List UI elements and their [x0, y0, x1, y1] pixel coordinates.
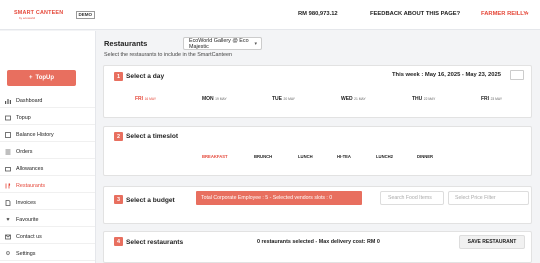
sidebar-item-balance-history[interactable]: Balance History: [0, 128, 95, 142]
sidebar-item-orders[interactable]: Orders: [0, 145, 95, 159]
step-number-badge: 4: [114, 237, 123, 246]
page-subtitle: Select the restaurants to include in the…: [104, 52, 232, 58]
sidebar-item-contact-us[interactable]: Contact us: [0, 230, 95, 244]
chevron-down-icon[interactable]: ▾: [526, 11, 529, 17]
timeslot-hi-tea[interactable]: HI-TEA: [337, 154, 351, 159]
day-date: 21 MAY: [354, 97, 366, 101]
save-restaurant-label: SAVE RESTAURANT: [467, 239, 517, 245]
timeslot-lunch2[interactable]: LUNCH2: [376, 154, 393, 159]
location-select[interactable]: EcoWorld Gallery @ Eco Majestic ▾: [183, 37, 262, 50]
sidebar-item-favourite[interactable]: ♥ Favourite: [0, 213, 95, 227]
price-filter-select[interactable]: Select Price Filter: [448, 191, 529, 205]
card-title: Select restaurants: [126, 239, 184, 246]
sidebar-item-topup[interactable]: Topup: [0, 111, 95, 125]
sidebar-item-dashboard[interactable]: Dashboard: [0, 94, 95, 108]
card-title: Select a day: [126, 73, 165, 80]
sidebar-item-settings[interactable]: ⚙ Settings: [0, 247, 95, 261]
sidebar-item-label: Restaurants: [16, 182, 46, 189]
timeslot-breakfast[interactable]: BREAKFAST: [202, 154, 228, 159]
smart-canteen-logo[interactable]: SMART CANTEEN by ecoworld: [14, 10, 74, 22]
sidebar-item-invoices[interactable]: Invoices: [0, 196, 95, 210]
day-date: 19 MAY: [215, 97, 227, 101]
top-bar: SMART CANTEEN by ecoworld DEMO RM 980,97…: [0, 0, 540, 30]
budget-summary-badge[interactable]: Total Corporate Employee : 5 - Selected …: [196, 191, 362, 205]
day-option-fri-23[interactable]: FRI 23 MAY: [481, 96, 502, 102]
step-number-badge: 3: [114, 195, 123, 204]
sidebar-item-label: Contact us: [16, 233, 42, 240]
sidebar-item-label: Orders: [16, 148, 33, 155]
chevron-down-icon: ▾: [254, 41, 257, 47]
restaurant-icon: [5, 182, 11, 189]
card-title: Select a budget: [126, 197, 175, 204]
orders-icon: [5, 149, 11, 155]
day-date: 22 MAY: [423, 97, 436, 101]
week-range-label: This week : May 16, 2025 - May 23, 2025: [392, 72, 501, 78]
sidebar-item-label: Topup: [16, 114, 31, 121]
price-filter-value: Select Price Filter: [455, 195, 496, 201]
step-number-badge: 2: [114, 132, 123, 141]
sidebar-item-label: Allowances: [16, 165, 44, 172]
sidebar-item-label: Dashboard: [16, 97, 43, 104]
date-picker[interactable]: [510, 70, 524, 80]
balance-display: RM 980,973.12: [298, 11, 338, 17]
card-title: Select a timeslot: [126, 133, 179, 140]
select-day-card: 1 Select a day This week : May 16, 2025 …: [103, 65, 532, 118]
day-date: 23 MAY: [490, 97, 503, 101]
step-number-badge: 1: [114, 72, 123, 81]
select-budget-card: 3 Select a budget Total Corporate Employ…: [103, 186, 532, 224]
location-select-value: EcoWorld Gallery @ Eco Majestic: [189, 37, 249, 50]
heart-icon: ♥: [6, 216, 10, 223]
day-name: FRI: [481, 96, 490, 102]
timeslot-dinner[interactable]: DINNER: [417, 154, 433, 159]
logo-subtext: by ecoworld: [19, 16, 36, 20]
sidebar-item-allowances[interactable]: Allowances: [0, 162, 95, 176]
food-search-input[interactable]: Search Food Items: [380, 191, 444, 205]
timeslot-lunch[interactable]: LUNCH: [298, 154, 313, 159]
wallet-icon: [5, 115, 11, 121]
sidebar-item-label: Favourite: [16, 216, 39, 223]
bar-chart-icon: [5, 98, 11, 104]
day-option-thu-22[interactable]: THU 22 MAY: [412, 96, 435, 102]
budget-summary-text: Total Corporate Employee : 5 - Selected …: [201, 195, 333, 201]
history-icon: [5, 131, 11, 138]
topup-button-label: TopUp: [35, 75, 55, 81]
day-name: WED: [341, 96, 353, 102]
save-restaurant-button[interactable]: SAVE RESTAURANT: [459, 235, 525, 249]
allowance-icon: [5, 166, 11, 172]
day-option-fri-16[interactable]: FRI 16 MAY: [135, 96, 156, 102]
select-timeslot-card: 2 Select a timeslot BREAKFAST BRUNCH LUN…: [103, 126, 532, 176]
day-option-mon-19[interactable]: MON 19 MAY: [202, 96, 227, 102]
timeslot-brunch[interactable]: BRUNCH: [254, 154, 272, 159]
day-name: FRI: [135, 96, 144, 102]
sidebar-item-label: Settings: [16, 250, 36, 257]
day-name: TUE: [272, 96, 282, 102]
day-name: THU: [412, 96, 423, 102]
sidebar-item-label: Balance History: [16, 131, 54, 138]
feedback-link[interactable]: FEEDBACK ABOUT THIS PAGE?: [370, 11, 460, 17]
select-restaurants-card: 4 Select restaurants 0 restaurants selec…: [103, 231, 532, 263]
day-option-wed-21[interactable]: WED 21 MAY: [341, 96, 366, 102]
sidebar-item-restaurants[interactable]: Restaurants: [0, 179, 95, 193]
user-menu[interactable]: FARMER REILLY: [481, 11, 527, 17]
gear-icon: ⚙: [5, 250, 11, 257]
day-name: MON: [202, 96, 214, 102]
page-title: Restaurants: [104, 39, 148, 48]
sidebar-item-label: Invoices: [16, 199, 36, 206]
plus-icon: +: [28, 75, 33, 81]
day-date: 16 MAY: [144, 97, 157, 101]
invoice-icon: [5, 199, 11, 206]
sidebar: + TopUp Dashboard Topup Balance History …: [0, 31, 96, 263]
topup-button[interactable]: + TopUp: [7, 70, 76, 86]
mail-icon: [5, 234, 11, 240]
demo-badge: DEMO: [76, 11, 95, 19]
selection-summary: 0 restaurants selected - Max delivery co…: [257, 239, 380, 245]
food-search-placeholder: Search Food Items: [388, 195, 432, 201]
day-date: 20 MAY: [283, 97, 295, 101]
day-option-tue-20[interactable]: TUE 20 MAY: [272, 96, 295, 102]
